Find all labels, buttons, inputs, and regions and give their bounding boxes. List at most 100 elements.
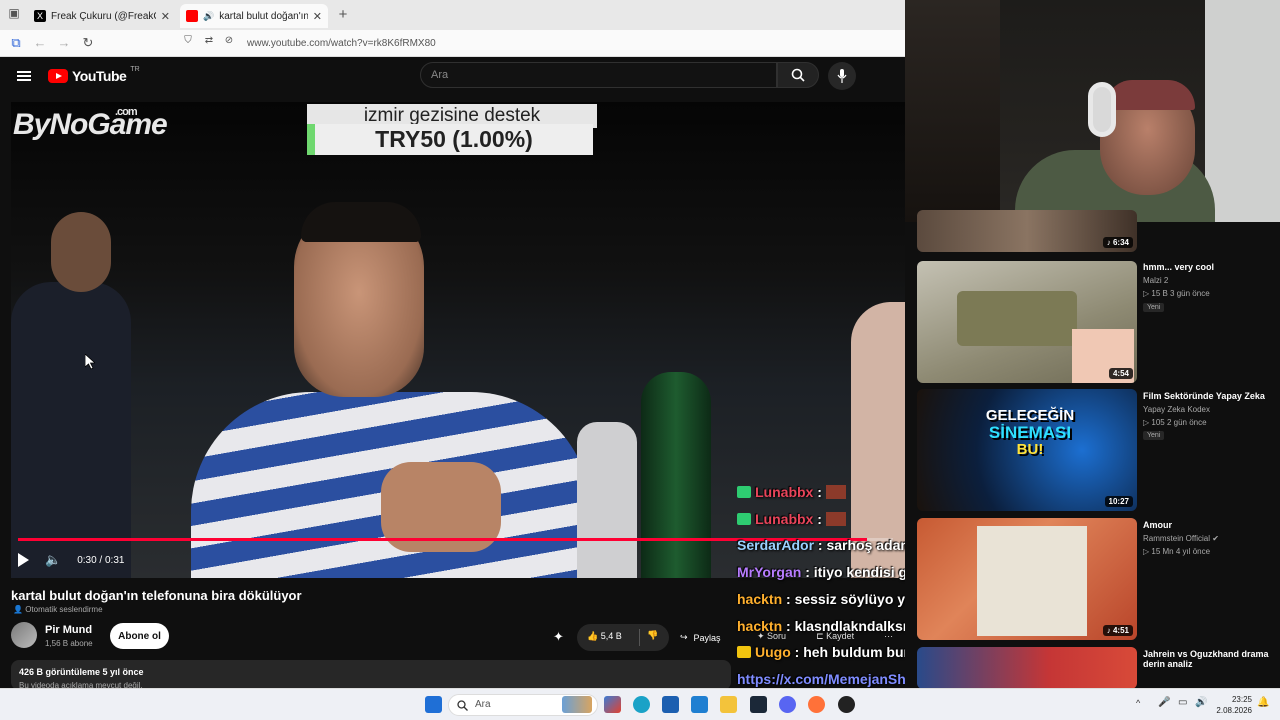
recommendation-thumbnail[interactable]: ♪ 4:51 xyxy=(917,518,1137,640)
firefox-icon[interactable] xyxy=(808,696,825,713)
search-icon xyxy=(791,68,805,82)
workspaces-icon[interactable]: ⧉ xyxy=(7,35,25,51)
subscribe-button[interactable]: Abone ol xyxy=(110,623,169,649)
dubbing-label: 👤 Otomatik seslendirme xyxy=(13,605,103,614)
duration-badge: ♪ 6:34 xyxy=(1102,237,1133,248)
tab-freak-cukuru[interactable]: X Freak Çukuru (@FreakCukuruX) ✕ xyxy=(28,4,176,28)
shield-icon[interactable]: ⛉ xyxy=(179,35,197,46)
overlay-brand-logo: ByNoGame .com xyxy=(13,106,168,141)
browser-window-chrome: ▣ X Freak Çukuru (@FreakCukuruX) ✕ 🔊 kar… xyxy=(0,0,905,57)
like-dislike-button[interactable]: 👍 5,4 B 👎 xyxy=(577,624,669,651)
more-icon[interactable]: ··· xyxy=(884,631,893,642)
recommendation-title[interactable]: Film Sektöründe Yapay Zeka xyxy=(1143,391,1273,401)
youtube-play-icon xyxy=(48,69,68,83)
video-time: 0:30 / 0:31 xyxy=(77,554,125,566)
play-icon[interactable] xyxy=(18,553,29,567)
notification-icon[interactable]: 🔔 xyxy=(1257,697,1269,708)
chat-badge-icon xyxy=(737,646,751,659)
channel-avatar[interactable] xyxy=(11,622,37,648)
recommendation-title[interactable]: Amour xyxy=(1143,520,1273,530)
back-icon[interactable]: ← xyxy=(31,35,49,50)
tracking-prevention-icon[interactable]: ⊘ xyxy=(220,35,238,46)
chat-username: SerdarAdor xyxy=(737,537,815,554)
chat-message: Lunabbx : xyxy=(737,511,846,527)
video-title: kartal bulut doğan'ın telefonuna bira dö… xyxy=(11,588,302,603)
tab-youtube-video[interactable]: 🔊 kartal bulut doğan'ın telefo ✕ xyxy=(180,4,328,28)
volume-icon[interactable]: 🔈 xyxy=(45,552,61,568)
youtube-icon xyxy=(186,10,198,22)
headphones-icon xyxy=(1088,82,1116,137)
description-box[interactable]: 426 B görüntüleme 5 yıl önce Bu videoda … xyxy=(11,660,731,690)
chat-username: Lunabbx xyxy=(755,484,814,500)
recommendation-thumbnail[interactable]: GELECEĞİN SİNEMASI BU! 10:27 xyxy=(917,389,1137,511)
search-icon xyxy=(457,700,468,711)
chevron-up-icon[interactable]: ^ xyxy=(1136,698,1140,708)
microphone-icon[interactable]: 🎤 xyxy=(1158,697,1170,708)
duration-badge: 10:27 xyxy=(1104,496,1133,507)
reload-icon[interactable]: ↻ xyxy=(79,35,97,51)
menu-icon[interactable] xyxy=(17,71,31,81)
close-icon[interactable]: ✕ xyxy=(313,10,322,23)
speaker-icon[interactable]: 🔊 xyxy=(203,11,214,22)
tab-actions-icon[interactable]: ▣ xyxy=(5,6,23,20)
chat-username: Uugo xyxy=(755,644,791,661)
forward-icon[interactable]: → xyxy=(55,35,73,50)
share-icon: ↪ xyxy=(680,632,688,642)
network-icon[interactable]: ▭ xyxy=(1178,697,1187,708)
recommendation-thumbnail[interactable] xyxy=(917,647,1137,689)
edge-icon[interactable] xyxy=(633,696,650,713)
outlook-icon[interactable] xyxy=(691,696,708,713)
start-icon[interactable] xyxy=(425,696,442,713)
webcam-overlay xyxy=(905,0,1280,222)
recommendation-channel: Yapay Zeka Kodex xyxy=(1143,405,1211,414)
url-field[interactable]: www.youtube.com/watch?v=rk8K6fRMX80 xyxy=(247,38,436,49)
voice-search-button[interactable] xyxy=(828,62,856,90)
channel-name[interactable]: Pir Mund xyxy=(45,624,92,636)
permissions-icon[interactable]: ⇄ xyxy=(200,35,218,46)
volume-icon[interactable]: 🔊 xyxy=(1195,697,1207,708)
app-icon[interactable] xyxy=(838,696,855,713)
subscriber-count: 1,56 B abone xyxy=(45,639,93,648)
new-tab-icon[interactable]: + xyxy=(334,6,352,23)
recommendation-title[interactable]: Jahrein vs Oguzkhand drama derin analiz xyxy=(1143,649,1273,669)
x-icon: X xyxy=(34,10,46,22)
widget-icon[interactable] xyxy=(562,696,592,713)
chat-badge-icon xyxy=(737,486,751,498)
system-clock[interactable]: 23:25 2.08.2026 xyxy=(1216,694,1252,716)
like-divider xyxy=(639,629,640,646)
recommendation-channel: Malzi 2 xyxy=(1143,276,1169,285)
save-button[interactable]: ⊏ Kaydet xyxy=(816,631,854,642)
chat-text: : sessiz söylüyo ya xyxy=(786,590,913,607)
discord-icon[interactable] xyxy=(779,696,796,713)
search-button[interactable] xyxy=(777,62,819,88)
recommendation-thumbnail[interactable]: 4:54 xyxy=(917,261,1137,383)
search-input[interactable]: Ara xyxy=(420,62,777,88)
like-button[interactable]: 👍 5,4 B xyxy=(587,631,622,642)
file-explorer-icon[interactable] xyxy=(720,696,737,713)
recommendation-thumbnail[interactable]: ♪ 6:34 xyxy=(917,210,1137,252)
sparkle-icon[interactable]: ✦ xyxy=(553,629,564,645)
video-background-person xyxy=(11,282,131,578)
chat-emote-icon xyxy=(825,485,846,499)
store-icon[interactable] xyxy=(662,696,679,713)
youtube-logo[interactable]: YouTube TR xyxy=(48,66,140,84)
chat-badge-icon xyxy=(737,512,751,525)
copilot-icon[interactable] xyxy=(604,696,621,713)
chat-message: Lunabbx : xyxy=(737,484,846,500)
address-bar: ⧉ ← → ↻ ⛉ ⇄ ⊘ www.youtube.com/watch?v=rk… xyxy=(0,30,905,57)
close-icon[interactable]: ✕ xyxy=(161,10,170,23)
recommendation-stats: ▷ 15 B 3 gün önce xyxy=(1143,289,1210,298)
recommendation-title[interactable]: hmm... very cool xyxy=(1143,262,1273,272)
steam-icon[interactable] xyxy=(750,696,767,713)
action-row: ✦ Soru ⊏ Kaydet ··· xyxy=(757,631,893,642)
chat-text: : xyxy=(817,510,822,527)
dislike-icon[interactable]: 👎 xyxy=(647,630,658,641)
view-count: 426 B görüntüleme 5 yıl önce xyxy=(19,667,144,677)
tank-shape xyxy=(957,291,1077,346)
ask-button[interactable]: ✦ Soru xyxy=(757,631,786,642)
share-button[interactable]: ↪ Paylaş xyxy=(676,624,725,651)
webcam-door xyxy=(1205,0,1280,222)
video-player[interactable]: ByNoGame .com izmir gezisine destek TRY50… xyxy=(11,102,905,578)
tab-label: Freak Çukuru (@FreakCukuruX) xyxy=(51,10,156,22)
video-main-person-hair xyxy=(301,202,421,242)
